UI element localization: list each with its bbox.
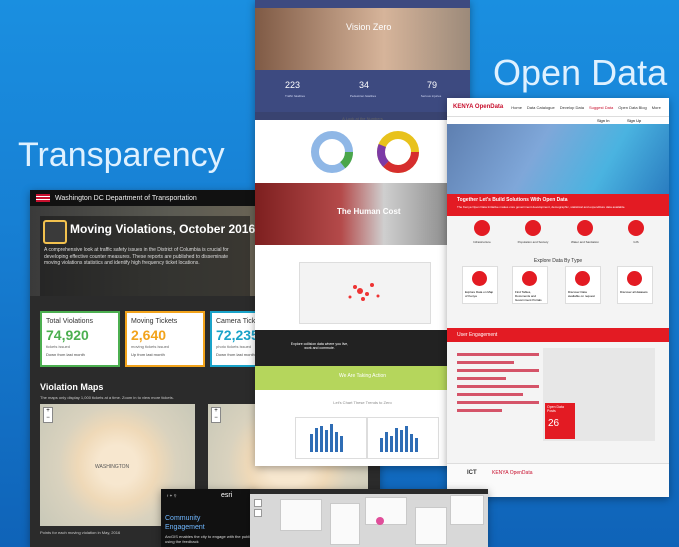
vz-title: Vision Zero xyxy=(346,22,392,32)
dc-description: A comprehensive look at traffic safety i… xyxy=(44,247,229,266)
category-label: GIS xyxy=(633,240,639,244)
stat-card-moving: Moving Tickets 2,640 moving tickets issu… xyxy=(125,311,205,367)
zoom-out-button[interactable] xyxy=(254,509,262,517)
vz-stat-value: 79 xyxy=(427,80,438,90)
zoom-in-button[interactable] xyxy=(254,499,262,507)
traffic-sign-icon xyxy=(43,220,67,244)
nav-home[interactable]: Home xyxy=(511,105,522,110)
type-card-tables[interactable]: Find Tables, Documents and Government Po… xyxy=(512,266,548,304)
table-icon xyxy=(522,271,537,286)
vz-stats-band xyxy=(255,70,470,112)
map-icon xyxy=(472,271,487,286)
stat-card-total: Total Violations 74,920 tickets issued D… xyxy=(40,311,120,367)
vision-zero-panel[interactable]: Vision Zero 223 Traffic fatalities 34 Pe… xyxy=(255,0,470,466)
sign-in-link[interactable]: Sign In xyxy=(597,118,609,123)
stat-label: Moving Tickets xyxy=(131,318,178,325)
bar-chart-icon xyxy=(380,426,418,452)
vz-stat-label: Serious injuries xyxy=(420,94,442,98)
stat-value: 2,640 xyxy=(131,327,167,343)
infrastructure-icon[interactable] xyxy=(474,220,490,236)
dc-title: Moving Violations, October 2016 xyxy=(70,222,256,236)
type-label: Find Tables, Documents and Government Po… xyxy=(515,290,542,302)
nav-suggest-data[interactable]: Suggest Data xyxy=(589,105,613,110)
dc-org-name: Washington DC Department of Transportati… xyxy=(55,194,197,202)
vz-human-cost-title: The Human Cost xyxy=(337,207,401,216)
vz-nav-bar xyxy=(255,0,470,8)
vz-donut-charts xyxy=(311,131,419,173)
esri-logo: esri xyxy=(221,492,233,499)
explore-by-type-title: Explore Data By Type xyxy=(533,258,583,264)
esri-text: ArcGIS enables the city to engage with t… xyxy=(165,534,253,544)
share-icons[interactable]: f ✦ ⚲ xyxy=(167,493,177,498)
stat-change: Down from last month xyxy=(46,352,85,357)
vz-stat-value: 34 xyxy=(359,80,370,90)
type-card-request[interactable]: Discover Data available on request xyxy=(565,266,601,304)
violation-maps-title: Violation Maps xyxy=(40,382,104,392)
vz-stat-label: Traffic fatalities xyxy=(284,94,305,98)
hero-label-open-data: Open Data xyxy=(493,52,668,93)
type-label: Discover Data available on request xyxy=(568,290,595,298)
vz-explore-text: Explore collision data where you live, w… xyxy=(290,342,349,350)
violation-maps-subtitle: The maps only display 1,000 tickets at a… xyxy=(40,395,174,400)
esri-heading-1: Community xyxy=(165,515,201,522)
type-label: Discover all datasets xyxy=(620,290,648,294)
nav-more[interactable]: More xyxy=(652,105,661,110)
3d-city-view[interactable] xyxy=(250,489,488,547)
category-label: Population and Society xyxy=(517,240,549,244)
user-engagement-band: User Engagement xyxy=(447,328,669,342)
location-pin-icon[interactable] xyxy=(376,517,384,525)
stat-sub: moving tickets issued xyxy=(131,344,170,349)
stat-value: 74,920 xyxy=(46,327,89,343)
request-icon xyxy=(575,271,590,286)
engagement-feed[interactable] xyxy=(457,348,539,448)
map-city-label: WASHINGTON xyxy=(95,464,130,470)
nav-data-catalogue[interactable]: Data Catalogue xyxy=(527,105,555,110)
category-label: Infrastructure xyxy=(473,240,491,244)
stat-label: Total Violations xyxy=(46,318,93,325)
nav-develop-data[interactable]: Develop Data xyxy=(560,105,584,110)
vz-trend-chart-1 xyxy=(295,417,367,459)
type-card-all[interactable]: Discover all datasets xyxy=(617,266,653,304)
kenya-subline: The Kenya Open Data Initiative makes cor… xyxy=(457,205,626,209)
kenya-footer-logo: KENYA OpenData xyxy=(492,470,533,476)
esri-community-panel[interactable]: f ✦ ⚲ esri Community Engagement ArcGIS e… xyxy=(161,489,256,547)
sign-up-link[interactable]: Sign Up xyxy=(627,118,641,123)
kenya-top-nav: KENYA OpenData Home Data Catalogue Devel… xyxy=(447,98,669,116)
map-zoom-control[interactable]: + − xyxy=(211,407,221,423)
ict-logo: ICT xyxy=(467,470,477,476)
category-label: Water and Sanitation xyxy=(571,240,599,244)
dc-flag-icon xyxy=(36,194,50,202)
vz-stat-value: 223 xyxy=(285,80,301,90)
city-toolbar xyxy=(250,489,488,494)
map-zoom-control[interactable]: + − xyxy=(43,407,53,423)
vz-trends-heading: Let's Chart These Trends to Zero xyxy=(333,400,392,405)
water-icon[interactable] xyxy=(577,220,593,236)
population-icon[interactable] xyxy=(525,220,541,236)
kenya-hero-image xyxy=(447,124,669,194)
type-label: Explore Data on Map of Kenya xyxy=(465,290,494,298)
vz-collision-map[interactable] xyxy=(299,262,431,324)
gauge-label: Open Data Posts xyxy=(547,405,564,413)
gauge-value: 26 xyxy=(548,418,560,429)
stat-change: Up from last month xyxy=(131,352,165,357)
map-points xyxy=(348,283,380,301)
kenya-open-data-panel[interactable]: KENYA OpenData Home Data Catalogue Devel… xyxy=(447,98,669,497)
nav-blog[interactable]: Open Data Blog xyxy=(618,105,646,110)
esri-heading-2: Engagement xyxy=(165,524,205,531)
kenya-headline-band: Together Let's Build Solutions With Open… xyxy=(447,194,669,216)
kenya-headline: Together Let's Build Solutions With Open… xyxy=(457,197,568,203)
kenya-logo[interactable]: KENYA OpenData xyxy=(453,104,503,110)
vz-hero-image xyxy=(255,8,470,70)
vz-stat-label: Pedestrian fatalities xyxy=(349,94,377,98)
dc-map-footer: Points for each moving violation in May,… xyxy=(40,530,121,535)
bar-chart-icon xyxy=(310,424,343,452)
gis-icon[interactable] xyxy=(628,220,644,236)
stat-sub: tickets issued xyxy=(46,344,71,349)
hero-label-transparency: Transparency xyxy=(18,136,225,174)
database-icon xyxy=(627,271,642,286)
vz-trend-chart-2 xyxy=(367,417,439,459)
vz-numbers-heading: A Look at the Numbers xyxy=(342,116,383,121)
type-card-map[interactable]: Explore Data on Map of Kenya xyxy=(462,266,498,304)
vz-action-title: We Are Taking Action xyxy=(338,373,387,379)
